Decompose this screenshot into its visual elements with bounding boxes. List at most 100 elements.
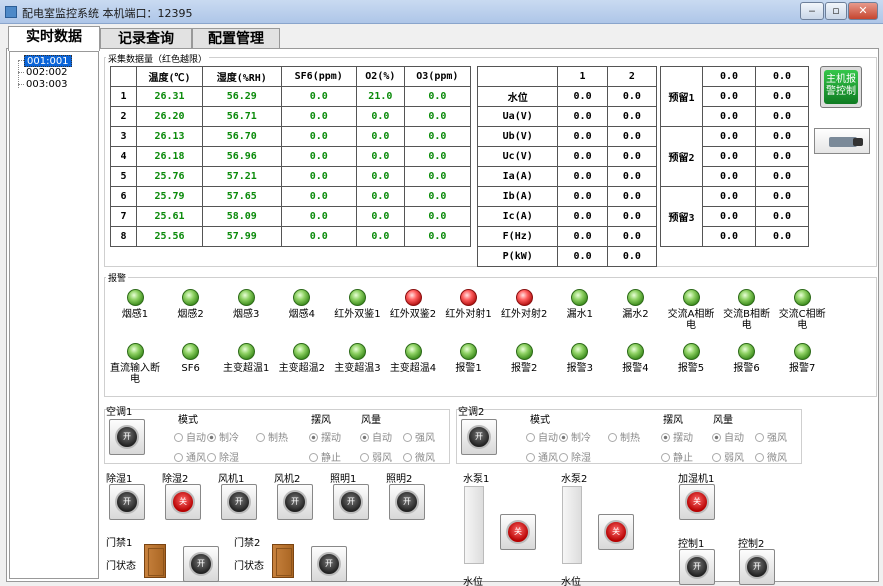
radio-option[interactable]: 摆动: [309, 429, 341, 444]
radio-option[interactable]: 弱风: [712, 449, 744, 464]
alarm-label: 烟感3: [233, 309, 260, 320]
alarm-label: 主变超温3: [334, 363, 381, 374]
radio-option[interactable]: 制热: [608, 429, 640, 444]
maximize-button[interactable]: ▫: [825, 2, 847, 20]
table-cell: 0.0: [557, 86, 608, 107]
control-button[interactable]: 开: [739, 549, 775, 585]
radio-option[interactable]: 强风: [755, 429, 787, 444]
radio-dot-icon: [309, 453, 318, 462]
door-button[interactable]: 开: [183, 546, 219, 582]
table-cell: 0.0: [280, 146, 357, 167]
tab-config[interactable]: 配置管理: [192, 28, 280, 50]
table-row: 8 25.56 57.99 0.0 0.0 0.0: [110, 226, 472, 247]
radio-option[interactable]: 静止: [661, 449, 693, 464]
power-icon: 开: [189, 552, 213, 576]
table-cell: 57.21: [202, 166, 282, 187]
control-button[interactable]: 开: [679, 549, 715, 585]
alarm-label: 交流C相断电: [778, 309, 826, 331]
radio-option[interactable]: 自动: [526, 429, 558, 444]
radio-dot-icon: [207, 433, 216, 442]
table-cell: 7: [110, 206, 137, 227]
ac-power-button[interactable]: 开: [461, 419, 497, 455]
tree-node[interactable]: 003:003: [24, 79, 70, 91]
tab-records[interactable]: 记录查询: [100, 28, 192, 50]
door-button[interactable]: 开: [311, 546, 347, 582]
main-alarm-control-button[interactable]: 主机报警控制: [820, 66, 862, 108]
switch-button[interactable]: 开: [277, 484, 313, 520]
radio-option[interactable]: 弱风: [360, 449, 392, 464]
alarm-label: 烟感1: [121, 309, 149, 320]
alarm-indicator: 报警7: [774, 343, 830, 374]
env-table: 温度(℃) 湿度(%RH) SF6(ppm) O2(%) O3(ppm) 1 26.31 56…: [110, 66, 472, 247]
table-cell: 0.0: [355, 126, 405, 147]
ac-mode-label: 模式: [530, 415, 550, 426]
alarm-indicator: 报警5: [663, 343, 719, 374]
pump-button[interactable]: 关: [500, 514, 536, 550]
radio-option[interactable]: 微风: [403, 449, 435, 464]
close-button[interactable]: ✕: [848, 2, 878, 20]
door-title: 门禁1: [106, 538, 133, 549]
radio-option[interactable]: 自动: [360, 429, 392, 444]
table-header-row: 温度(℃) 湿度(%RH) SF6(ppm) O2(%) O3(ppm): [110, 66, 472, 87]
alarm-indicator: 红外双鉴2: [385, 289, 441, 320]
radio-option[interactable]: 自动: [174, 429, 206, 444]
alarm-label: 红外双鉴2: [389, 309, 437, 320]
door-state-label: 门状态: [106, 561, 136, 572]
pump-button[interactable]: 关: [598, 514, 634, 550]
alarm-label: 报警4: [622, 363, 649, 374]
minimize-button[interactable]: ‒: [800, 2, 824, 20]
alarm-label: SF6: [181, 363, 200, 374]
radio-option[interactable]: 制热: [256, 429, 288, 444]
tab-realtime[interactable]: 实时数据: [8, 26, 100, 51]
table-cell: Ic(A): [476, 206, 559, 227]
table-cell: 0.0: [557, 246, 608, 267]
radio-option[interactable]: 制冷: [559, 429, 591, 444]
alarm-indicator: 烟感2: [163, 289, 219, 320]
radio-option[interactable]: 制冷: [207, 429, 239, 444]
table-cell: 0.0: [606, 106, 658, 127]
table-cell: 0.0: [280, 166, 357, 187]
switch-button[interactable]: 开: [389, 484, 425, 520]
radio-option[interactable]: 除湿: [559, 449, 591, 464]
radio-option[interactable]: 通风: [526, 449, 558, 464]
radio-option[interactable]: 通风: [174, 449, 206, 464]
switch-button[interactable]: 开: [333, 484, 369, 520]
table-cell: P(kW): [476, 246, 559, 267]
table-cell: 0.0: [702, 126, 756, 147]
table-cell: 0.0: [702, 226, 756, 247]
radio-option[interactable]: 自动: [712, 429, 744, 444]
table-cell: 25.56: [135, 226, 204, 247]
switch-button[interactable]: 开: [221, 484, 257, 520]
alarm-indicator: 报警1: [441, 343, 497, 374]
radio-option[interactable]: 摆动: [661, 429, 693, 444]
power-icon: 关: [604, 520, 628, 544]
table-cell: 0.0: [403, 126, 472, 147]
switch-button[interactable]: 开: [109, 484, 145, 520]
table-cell: 0.0: [557, 126, 608, 147]
alarm-indicator: 烟感4: [274, 289, 330, 320]
table-cell: 4: [110, 146, 137, 167]
table-cell: 0.0: [702, 186, 756, 207]
table-row: 6 25.79 57.65 0.0 0.0 0.0: [110, 186, 472, 207]
radio-dot-icon: [360, 453, 369, 462]
switch-button[interactable]: 关: [165, 484, 201, 520]
tree-node[interactable]: 002:002: [24, 67, 70, 79]
column-header: [110, 66, 137, 87]
tree-node[interactable]: 001:001: [24, 55, 72, 67]
camera-button[interactable]: [814, 128, 870, 154]
alarm-bulb-icon: [793, 289, 811, 306]
main-alarm-label: 主机报警控制: [824, 70, 858, 104]
table-cell: 0.0: [280, 226, 357, 247]
radio-option[interactable]: 除湿: [207, 449, 239, 464]
radio-dot-icon: [559, 433, 568, 442]
humidifier-button[interactable]: 关: [679, 484, 715, 520]
alarm-bulb-icon: [571, 343, 589, 360]
ac-power-button[interactable]: 开: [109, 419, 145, 455]
radio-option[interactable]: 静止: [309, 449, 341, 464]
table-cell: 25.79: [135, 186, 204, 207]
radio-option[interactable]: 强风: [403, 429, 435, 444]
table-cell: 0.0: [557, 226, 608, 247]
alarm-bulb-icon: [682, 343, 700, 360]
radio-dot-icon: [403, 453, 412, 462]
radio-option[interactable]: 微风: [755, 449, 787, 464]
